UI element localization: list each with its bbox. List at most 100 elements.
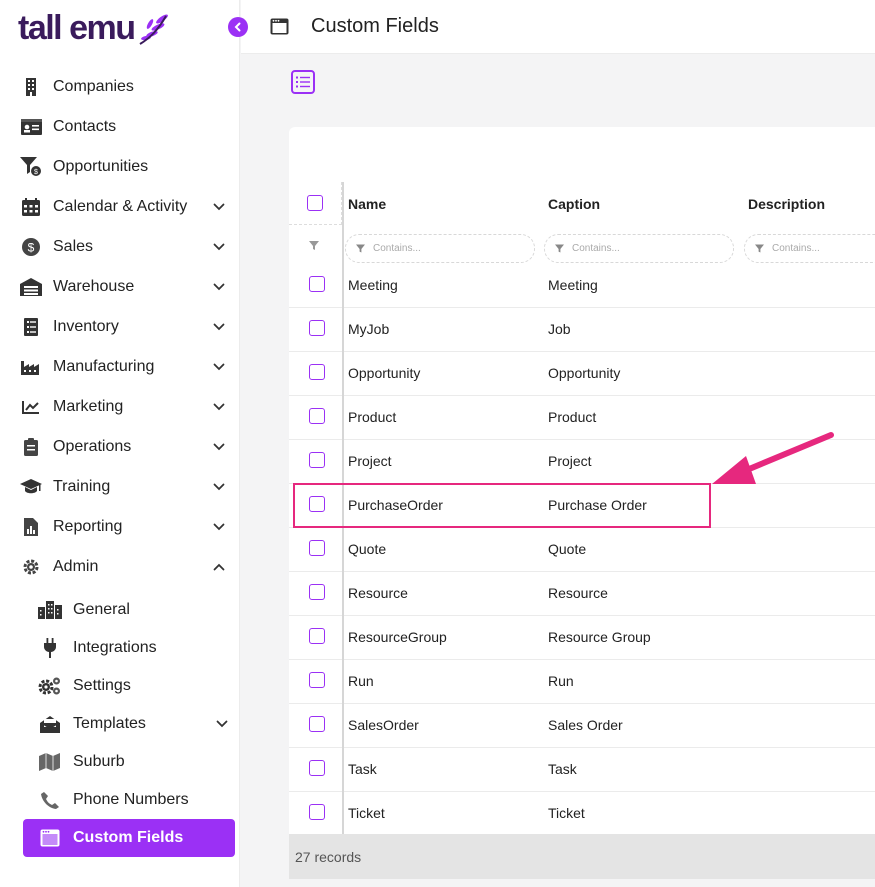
sidebar-item-reporting[interactable]: Reporting <box>20 514 226 540</box>
column-header-caption[interactable]: Caption <box>548 196 600 212</box>
sidebar-item-sales[interactable]: $ Sales <box>20 234 226 260</box>
sidebar-item-operations[interactable]: Operations <box>20 434 226 460</box>
chevron-down-icon[interactable] <box>212 480 226 494</box>
column-header-description[interactable]: Description <box>748 196 825 212</box>
highlight-box <box>293 483 711 528</box>
sidebar-subitem-label: General <box>73 601 130 618</box>
sidebar-item-label: Reporting <box>53 518 123 535</box>
table-row[interactable]: Ticket Ticket <box>289 792 875 836</box>
chevron-down-icon[interactable] <box>212 440 226 454</box>
filter-placeholder: Contains... <box>373 243 421 254</box>
table-row[interactable]: SalesOrder Sales Order <box>289 704 875 748</box>
sidebar-item-opportunities[interactable]: $ Opportunities <box>20 154 226 180</box>
sidebar-item-companies[interactable]: Companies <box>20 74 226 100</box>
list-icon <box>296 76 310 88</box>
sidebar-subitem-label: Templates <box>73 715 146 732</box>
window-icon <box>270 18 289 35</box>
sidebar-subitem-settings[interactable]: Settings <box>38 673 228 699</box>
page-header: Custom Fields <box>241 0 875 54</box>
sidebar-subitem-integrations[interactable]: Integrations <box>38 635 228 661</box>
dollar-circle-icon: $ <box>20 236 42 258</box>
chevron-down-icon[interactable] <box>212 280 226 294</box>
cell-name: Quote <box>348 541 387 557</box>
sidebar-item-warehouse[interactable]: Warehouse <box>20 274 226 300</box>
row-checkbox[interactable] <box>309 276 325 292</box>
sidebar-item-calendar-and-activity[interactable]: Calendar & Activity <box>20 194 226 220</box>
row-checkbox[interactable] <box>309 540 325 556</box>
chevron-down-icon[interactable] <box>212 360 226 374</box>
grid-header-row: Name Caption Description <box>289 182 875 225</box>
chevron-down-icon[interactable] <box>212 400 226 414</box>
name-filter-input[interactable]: Contains... <box>345 234 535 263</box>
sidebar-item-manufacturing[interactable]: Manufacturing <box>20 354 226 380</box>
tall-emu-logo[interactable]: tall emu <box>18 8 172 48</box>
description-filter-input[interactable]: Contains... <box>744 234 875 263</box>
row-checkbox[interactable] <box>309 320 325 336</box>
row-checkbox[interactable] <box>309 364 325 380</box>
cell-name: Opportunity <box>348 365 421 381</box>
cell-caption: Opportunity <box>548 365 621 381</box>
sidebar-item-inventory[interactable]: Inventory <box>20 314 226 340</box>
sidebar-item-marketing[interactable]: Marketing <box>20 394 226 420</box>
row-checkbox[interactable] <box>309 584 325 600</box>
row-checkbox[interactable] <box>309 804 325 820</box>
row-checkbox[interactable] <box>309 628 325 644</box>
row-checkbox[interactable] <box>309 716 325 732</box>
gear-icon <box>20 556 42 578</box>
select-all-checkbox[interactable] <box>307 195 323 211</box>
table-row[interactable]: Task Task <box>289 748 875 792</box>
sidebar-item-label: Admin <box>53 558 99 575</box>
row-checkbox[interactable] <box>309 452 325 468</box>
trend-chart-icon <box>20 396 42 418</box>
column-header-name[interactable]: Name <box>348 196 386 212</box>
sidebar-item-contacts[interactable]: Contacts <box>20 114 226 140</box>
table-row[interactable]: MyJob Job <box>289 308 875 352</box>
table-row[interactable]: Run Run <box>289 660 875 704</box>
sidebar-subitem-general[interactable]: General <box>38 597 228 623</box>
cell-name: MyJob <box>348 321 390 337</box>
factory-icon <box>20 356 42 378</box>
collapse-sidebar-button[interactable] <box>228 17 248 37</box>
funnel-dollar-icon: $ <box>20 156 42 178</box>
row-checkbox[interactable] <box>309 408 325 424</box>
funnel-icon <box>555 244 564 253</box>
list-view-button[interactable] <box>291 70 315 94</box>
sidebar-subitem-phone-numbers[interactable]: Phone Numbers <box>38 787 228 813</box>
chevron-down-icon[interactable] <box>212 200 226 214</box>
sidebar-subitem-label: Suburb <box>73 753 125 770</box>
sidebar-subitem-suburb[interactable]: Suburb <box>38 749 228 775</box>
inventory-list-icon <box>20 316 42 338</box>
table-row[interactable]: ResourceGroup Resource Group <box>289 616 875 660</box>
table-row[interactable]: Resource Resource <box>289 572 875 616</box>
caption-filter-input[interactable]: Contains... <box>544 234 734 263</box>
chevron-down-icon[interactable] <box>212 520 226 534</box>
sidebar-item-admin[interactable]: Admin <box>20 554 226 580</box>
sidebar: tall emu Companies Contacts $ Opportunities… <box>0 0 240 887</box>
chevron-down-icon[interactable] <box>216 715 228 733</box>
table-row[interactable]: Opportunity Opportunity <box>289 352 875 396</box>
warehouse-icon <box>20 276 42 298</box>
cell-name: Meeting <box>348 277 398 293</box>
row-checkbox[interactable] <box>309 672 325 688</box>
sidebar-subitem-templates[interactable]: Templates <box>38 711 228 737</box>
cell-caption: Resource Group <box>548 629 651 645</box>
chevron-left-icon <box>234 22 241 32</box>
chevron-up-icon[interactable] <box>212 560 226 574</box>
table-row[interactable]: Meeting Meeting <box>289 264 875 308</box>
sidebar-item-label: Inventory <box>53 318 119 335</box>
plug-icon <box>38 637 62 659</box>
grid-footer: 27 records <box>289 834 875 879</box>
sidebar-item-label: Warehouse <box>53 278 135 295</box>
cell-caption: Project <box>548 453 592 469</box>
table-row[interactable]: Quote Quote <box>289 528 875 572</box>
sidebar-item-training[interactable]: Training <box>20 474 226 500</box>
chevron-down-icon[interactable] <box>212 240 226 254</box>
filter-icon <box>309 241 319 250</box>
calendar-icon <box>20 196 42 218</box>
envelope-open-icon <box>38 713 62 735</box>
sidebar-subitem-custom-fields[interactable]: Custom Fields <box>23 819 235 857</box>
row-checkbox[interactable] <box>309 760 325 776</box>
logo-text: tall emu <box>18 9 136 47</box>
sidebar-item-label: Operations <box>53 438 132 455</box>
chevron-down-icon[interactable] <box>212 320 226 334</box>
